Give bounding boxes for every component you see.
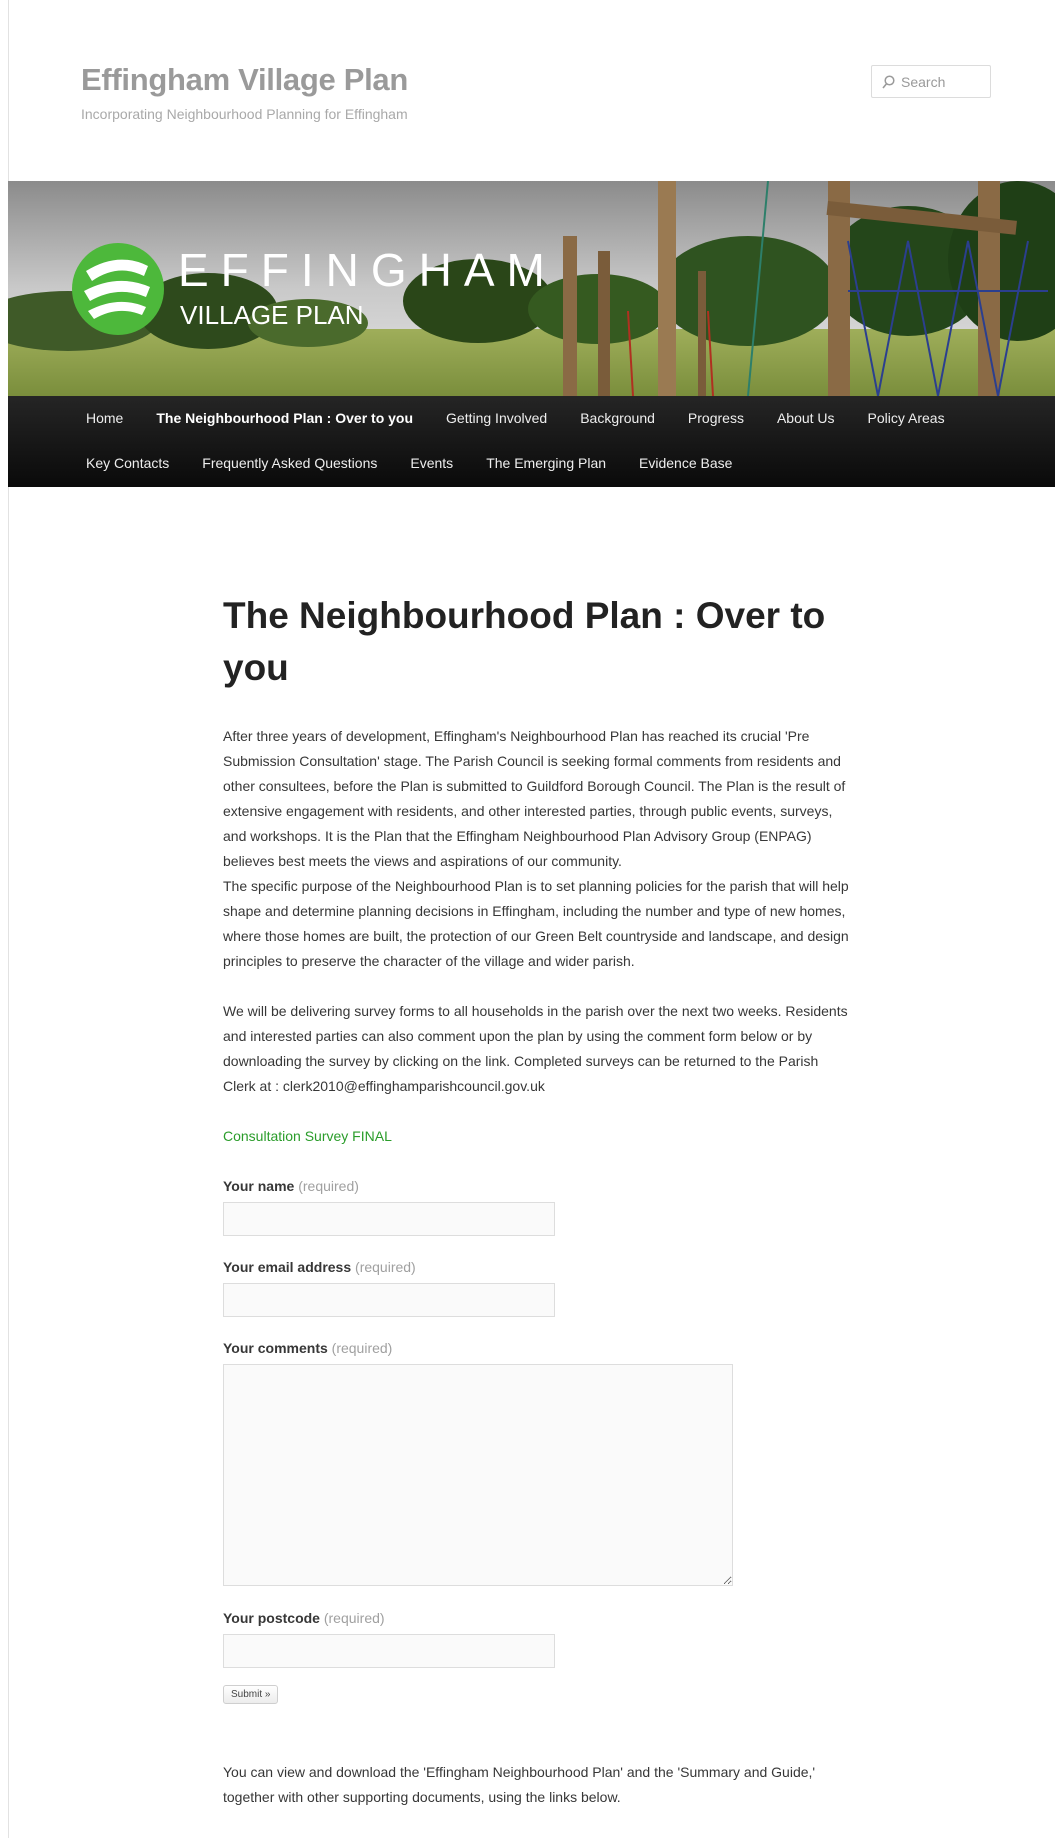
nav-item-about-us[interactable]: About Us [777, 396, 835, 441]
search-box[interactable]: Search [871, 65, 991, 98]
name-label-text: Your name [223, 1178, 295, 1194]
nav-item-progress[interactable]: Progress [688, 396, 744, 441]
comments-label: Your comments (required) [223, 1338, 853, 1358]
name-label: Your name (required) [223, 1176, 853, 1196]
main-content: The Neighbourhood Plan : Over to you Aft… [223, 590, 853, 1810]
postcode-label-text: Your postcode [223, 1610, 320, 1626]
required-marker: (required) [355, 1259, 416, 1275]
required-marker: (required) [298, 1178, 359, 1194]
nav-item-background[interactable]: Background [580, 396, 655, 441]
submit-button[interactable]: Submit » [223, 1685, 279, 1704]
nav-item-events[interactable]: Events [410, 441, 453, 487]
nav-item-evidence-base[interactable]: Evidence Base [639, 441, 732, 487]
nav-item-policy-areas[interactable]: Policy Areas [868, 396, 945, 441]
postcode-label: Your postcode (required) [223, 1608, 853, 1628]
search-icon [882, 74, 895, 89]
nav-item-emerging-plan[interactable]: The Emerging Plan [486, 441, 606, 487]
required-marker: (required) [323, 1610, 385, 1626]
consultation-survey-link[interactable]: Consultation Survey FINAL [223, 1124, 392, 1149]
header-banner: EFFINGHAM VILLAGE PLAN [8, 181, 1055, 396]
nav-row-1: Home The Neighbourhood Plan : Over to yo… [8, 396, 945, 441]
nav-item-home[interactable]: Home [86, 396, 123, 441]
site-description: Incorporating Neighbourhood Planning for… [81, 106, 408, 122]
required-marker: (required) [331, 1340, 393, 1356]
comments-label-text: Your comments [223, 1340, 328, 1356]
site-title[interactable]: Effingham Village Plan [81, 62, 408, 98]
nav-item-key-contacts[interactable]: Key Contacts [86, 441, 169, 487]
search-placeholder: Search [901, 73, 946, 90]
intro-paragraph: After three years of development, Effing… [223, 728, 846, 869]
nav-item-faq[interactable]: Frequently Asked Questions [202, 441, 377, 487]
email-field[interactable] [223, 1283, 555, 1317]
closing-paragraph: You can view and download the 'Effingham… [223, 1764, 816, 1805]
email-label-text: Your email address [223, 1259, 352, 1275]
main-navigation: Home The Neighbourhood Plan : Over to yo… [8, 396, 1055, 487]
nav-item-getting-involved[interactable]: Getting Involved [446, 396, 547, 441]
comment-form: Your name (required) Your email address … [223, 1176, 853, 1704]
banner-logo-top: EFFINGHAM [178, 244, 557, 296]
purpose-paragraph: The specific purpose of the Neighbourhoo… [223, 878, 849, 969]
survey-paragraph: We will be delivering survey forms to al… [223, 1003, 848, 1094]
banner-logo-bottom: VILLAGE PLAN [180, 300, 364, 330]
email-label: Your email address (required) [223, 1257, 853, 1277]
nav-row-2: Key Contacts Frequently Asked Questions … [8, 441, 732, 487]
nav-item-neighbourhood-plan[interactable]: The Neighbourhood Plan : Over to you [156, 396, 413, 441]
name-field[interactable] [223, 1202, 555, 1236]
page-title: The Neighbourhood Plan : Over to you [223, 595, 826, 688]
postcode-field[interactable] [223, 1634, 555, 1668]
comments-field[interactable] [223, 1364, 733, 1586]
